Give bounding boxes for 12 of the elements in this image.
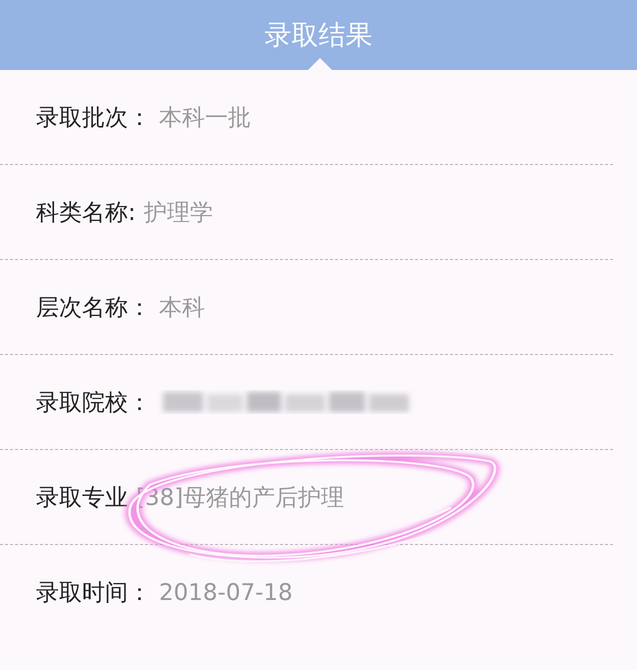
field-label: 科类名称: [36, 198, 136, 228]
field-label: 录取批次： [36, 104, 151, 132]
field-value: 2018-07-18 [159, 580, 293, 606]
field-label: 录取院校： [36, 388, 151, 418]
field-label: 录取时间： [36, 579, 151, 608]
pointer-icon [308, 58, 332, 70]
field-value: 本科 [159, 294, 205, 322]
field-label: 录取专业 [36, 484, 128, 512]
field-value: 护理学 [144, 198, 213, 228]
page-title: 录取结果 [264, 19, 372, 53]
field-value: 本科一批 [159, 104, 251, 132]
field-label: 层次名称： [36, 294, 151, 322]
